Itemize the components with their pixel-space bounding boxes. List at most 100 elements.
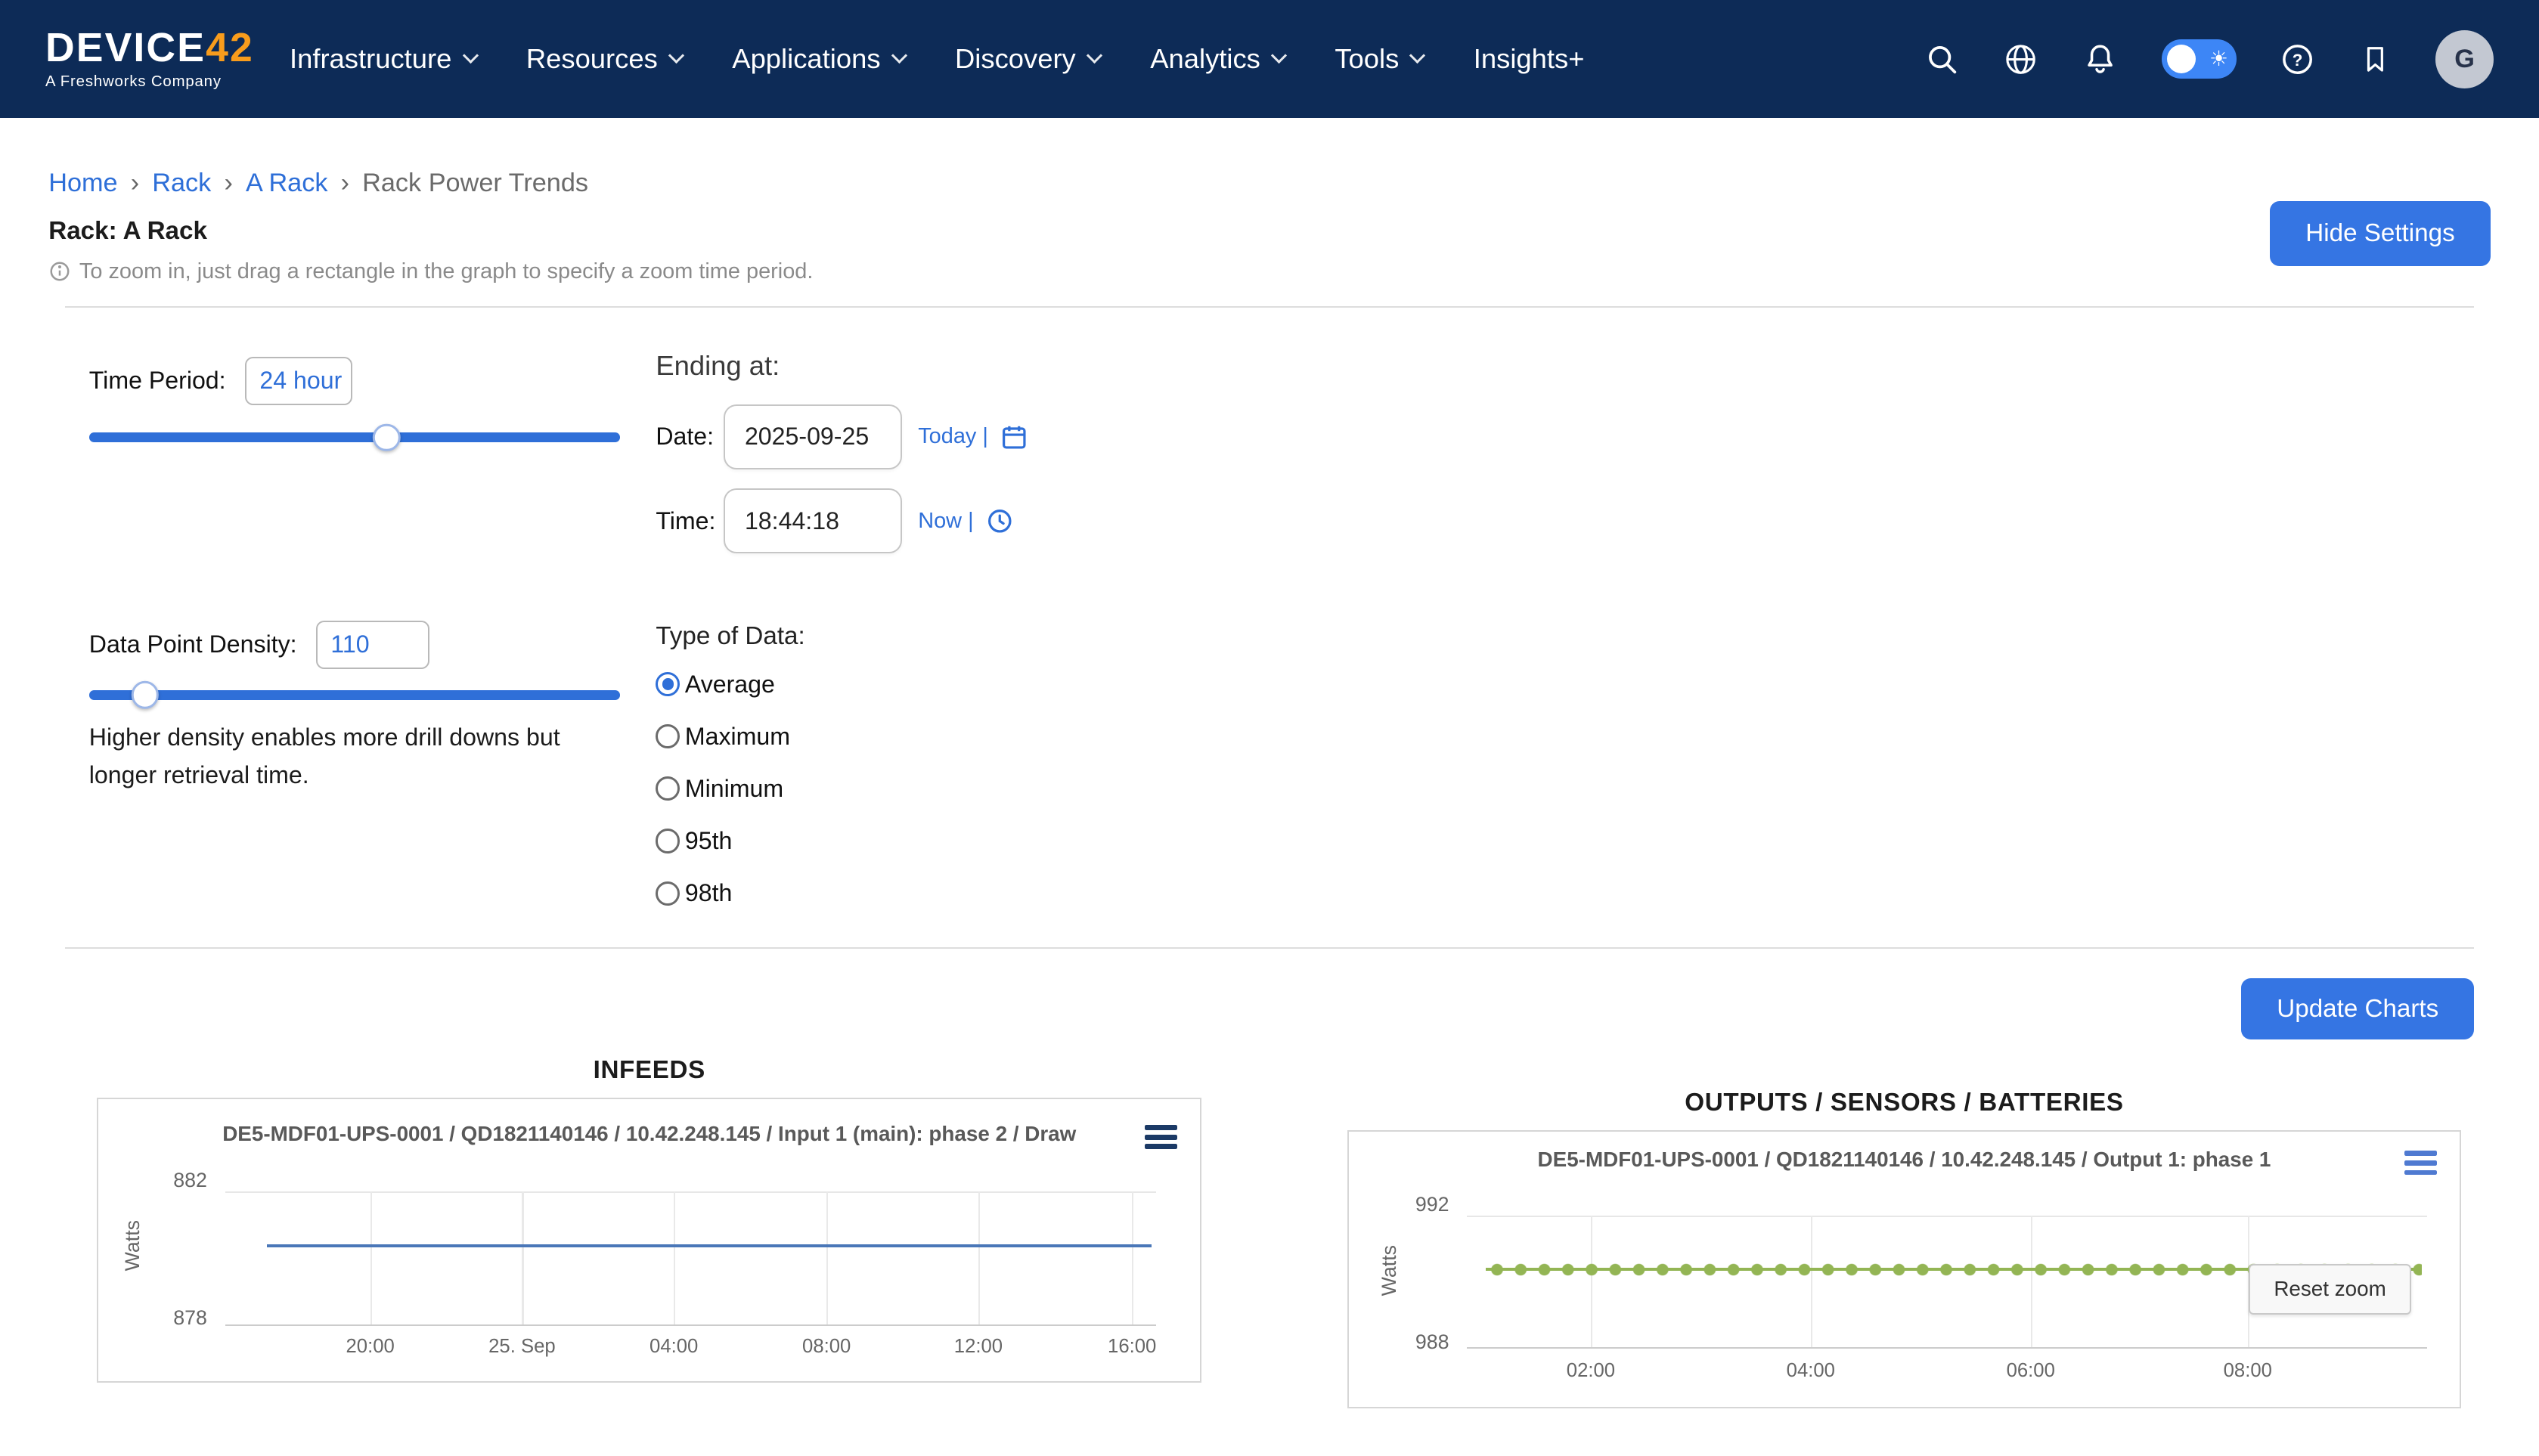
help-icon[interactable]: ? — [2280, 42, 2315, 77]
time-period-label: Time Period: — [89, 367, 226, 395]
chevron-down-icon — [1409, 48, 1425, 64]
density-help-text: Higher density enables more drill downs … — [89, 719, 607, 795]
density-label: Data Point Density: — [89, 630, 297, 658]
nav-tools[interactable]: Tools — [1335, 43, 1423, 75]
breadcrumb-current: Rack Power Trends — [362, 169, 588, 198]
vertical-gridline — [674, 1191, 675, 1324]
infeeds-chart: DE5-MDF01-UPS-0001 / QD1821140146 / 10.4… — [97, 1098, 1201, 1383]
y-tick-label: 992 — [1375, 1193, 1449, 1216]
radio-icon — [656, 724, 680, 748]
y-tick-label: 988 — [1375, 1331, 1449, 1354]
page-content: Home › Rack › A Rack › Rack Power Trends… — [0, 169, 2539, 1408]
x-tick-label: 25. Sep — [488, 1336, 556, 1358]
nav-applications[interactable]: Applications — [732, 43, 904, 75]
x-tick-label: 20:00 — [346, 1336, 394, 1358]
type-of-data-label: Type of Data: — [656, 622, 804, 651]
zoom-hint-text: To zoom in, just drag a rectangle in the… — [79, 259, 813, 284]
breadcrumb: Home › Rack › A Rack › Rack Power Trends — [48, 169, 2491, 198]
outputs-section-title: OUTPUTS / SENSORS / BATTERIES — [1347, 1089, 2461, 1117]
today-link[interactable]: Today | — [918, 424, 988, 449]
outputs-chart-section: OUTPUTS / SENSORS / BATTERIES DE5-MDF01-… — [1347, 1089, 2461, 1408]
nav-insights[interactable]: Insights+ — [1474, 43, 1585, 75]
bell-icon[interactable] — [2082, 42, 2118, 77]
time-period-slider[interactable] — [89, 432, 620, 442]
page: DEVICE42 A Freshworks Company Infrastruc… — [0, 0, 2539, 1455]
type-of-data-options: Average Maximum Minimum 95th — [656, 671, 804, 907]
charts-row: INFEEDS DE5-MDF01-UPS-0001 / QD182114014… — [48, 1056, 2491, 1408]
theme-toggle[interactable]: ☀ — [2162, 39, 2237, 78]
x-tick-label: 04:00 — [649, 1336, 698, 1358]
hide-settings-button[interactable]: Hide Settings — [2270, 201, 2491, 266]
radio-minimum[interactable]: Minimum — [656, 775, 804, 803]
calendar-icon[interactable] — [1000, 423, 1029, 452]
breadcrumb-rack[interactable]: Rack — [152, 169, 211, 198]
x-tick-label: 16:00 — [1108, 1336, 1156, 1358]
date-label: Date: — [656, 423, 724, 451]
ending-at-block: Ending at: Date: Today | Time: Now | — [656, 350, 1028, 553]
nav-analytics[interactable]: Analytics — [1150, 43, 1285, 75]
x-tick-label: 08:00 — [802, 1336, 851, 1358]
radio-95th[interactable]: 95th — [656, 827, 804, 855]
date-input[interactable] — [724, 404, 902, 469]
chart-menu-icon[interactable] — [2404, 1151, 2437, 1175]
chevron-down-icon — [1087, 48, 1102, 64]
navbar-actions: ☀ ? G — [1925, 30, 2494, 88]
breadcrumb-a-rack[interactable]: A Rack — [246, 169, 328, 198]
vertical-gridline — [1591, 1216, 1592, 1347]
svg-text:?: ? — [2293, 50, 2303, 69]
breadcrumb-separator: › — [211, 169, 246, 198]
now-link[interactable]: Now | — [918, 509, 973, 534]
divider — [65, 947, 2475, 949]
vertical-gridline — [370, 1191, 372, 1324]
infeeds-y-axis-label: Watts — [121, 1220, 144, 1271]
time-period-slider-thumb[interactable] — [373, 424, 400, 451]
nav-infrastructure[interactable]: Infrastructure — [290, 43, 476, 75]
update-charts-button[interactable]: Update Charts — [2241, 978, 2474, 1039]
toggle-knob — [2167, 45, 2196, 74]
radio-icon — [656, 776, 680, 801]
radio-icon — [656, 829, 680, 853]
search-icon[interactable] — [1925, 42, 1959, 76]
x-tick-label: 08:00 — [2224, 1360, 2272, 1382]
infeeds-x-axis: 20:00 25. Sep 04:00 08:00 12:00 16:00 — [225, 1336, 1157, 1358]
infeeds-chart-plot[interactable] — [225, 1191, 1157, 1326]
globe-icon[interactable] — [2003, 42, 2038, 77]
density-input[interactable] — [316, 621, 429, 669]
outputs-chart-title: DE5-MDF01-UPS-0001 / QD1821140146 / 10.4… — [1349, 1132, 2460, 1172]
radio-icon — [656, 881, 680, 906]
vertical-gridline — [2031, 1216, 2032, 1347]
device42-logo[interactable]: DEVICE42 A Freshworks Company — [45, 28, 254, 91]
x-tick-label: 06:00 — [2007, 1360, 2055, 1382]
density-slider[interactable] — [89, 690, 620, 700]
radio-average[interactable]: Average — [656, 671, 804, 699]
density-slider-thumb[interactable] — [131, 681, 158, 708]
bookmark-icon[interactable] — [2359, 43, 2392, 76]
nav-discovery[interactable]: Discovery — [955, 43, 1100, 75]
top-navbar: DEVICE42 A Freshworks Company Infrastruc… — [0, 0, 2539, 118]
date-row: Date: Today | — [656, 404, 1028, 469]
time-row: Time: Now | — [656, 488, 1028, 553]
infeeds-section-title: INFEEDS — [97, 1056, 1201, 1085]
x-tick-label: 04:00 — [1787, 1360, 1835, 1382]
radio-98th[interactable]: 98th — [656, 879, 804, 907]
page-header-left: Rack: A Rack To zoom in, just drag a rec… — [48, 217, 813, 283]
chart-menu-icon[interactable] — [1145, 1125, 1177, 1149]
radio-maximum[interactable]: Maximum — [656, 723, 804, 751]
page-title: Rack: A Rack — [48, 217, 813, 246]
vertical-gridline — [826, 1191, 828, 1324]
reset-zoom-button[interactable]: Reset zoom — [2249, 1264, 2410, 1314]
avatar[interactable]: G — [2435, 30, 2494, 88]
y-tick-label: 882 — [132, 1169, 207, 1192]
sun-icon: ☀ — [2209, 48, 2228, 70]
y-tick-label: 878 — [132, 1306, 207, 1330]
chevron-down-icon — [891, 48, 907, 64]
nav-resources[interactable]: Resources — [526, 43, 682, 75]
breadcrumb-home[interactable]: Home — [48, 169, 117, 198]
time-input[interactable] — [724, 488, 902, 553]
type-of-data-block: Type of Data: Average Maximum Minimum — [656, 622, 804, 931]
time-period-input[interactable] — [245, 357, 352, 405]
outputs-x-axis: 02:00 04:00 06:00 08:00 — [1467, 1360, 2427, 1383]
clock-icon[interactable] — [985, 507, 1015, 536]
chevron-down-icon — [1271, 48, 1287, 64]
breadcrumb-separator: › — [118, 169, 153, 198]
